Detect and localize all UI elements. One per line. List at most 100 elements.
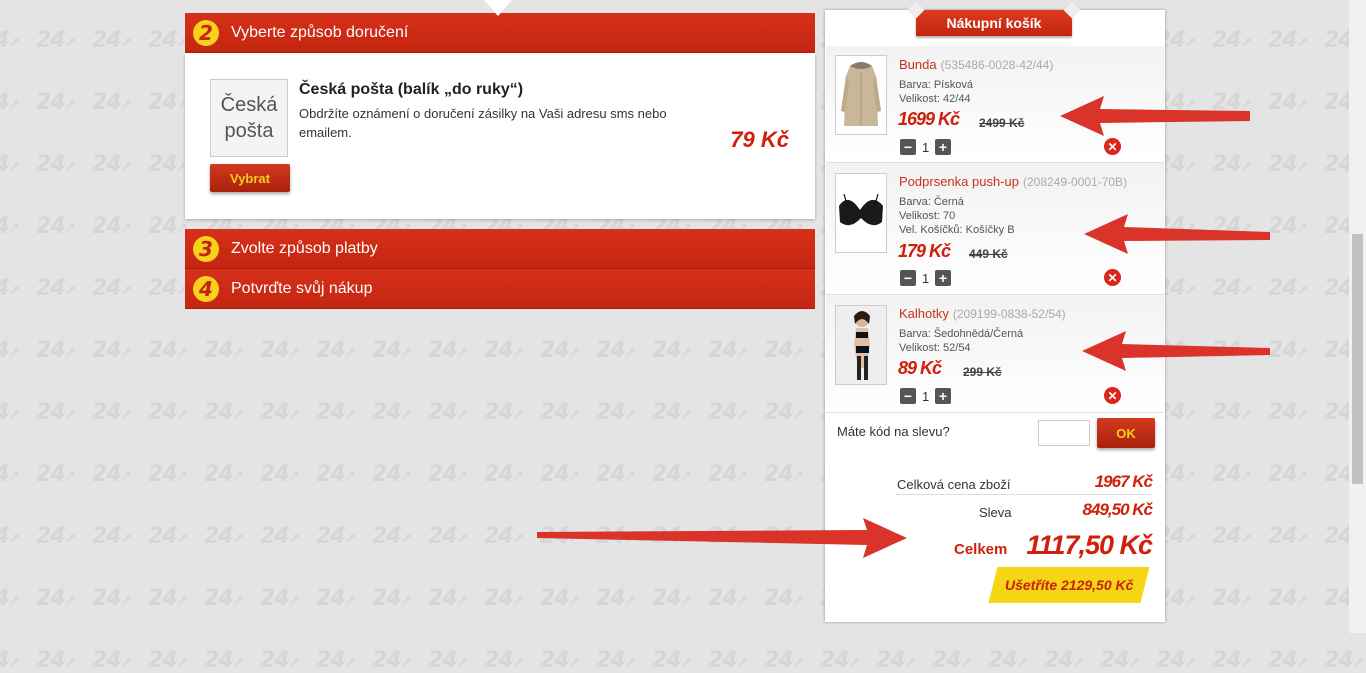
annotation-arrow-icon <box>1082 331 1270 371</box>
watermark-24-icon: 24 <box>1212 152 1251 177</box>
item-name[interactable]: Podprsenka push-up (208249-0001-70B) <box>899 174 1127 189</box>
watermark-24-icon: 24 <box>988 648 1027 673</box>
page-scrollbar[interactable] <box>1349 0 1366 633</box>
select-delivery-button[interactable]: Vybrat <box>210 164 290 192</box>
watermark-24-icon: 24 <box>596 648 635 673</box>
qty-decrease-button[interactable]: − <box>900 139 916 155</box>
item-price: 89 Kč <box>898 358 942 378</box>
watermark-24-icon: 24 <box>372 462 411 487</box>
logo-text-line: Česká <box>220 94 278 116</box>
watermark-24-icon: 24 <box>316 648 355 673</box>
qty-increase-button[interactable]: + <box>935 139 951 155</box>
watermark-24-icon: 24 <box>596 338 635 363</box>
discount-label: Sleva <box>979 505 1012 520</box>
watermark-24-icon: 24 <box>1212 276 1251 301</box>
item-attr: Barva: Písková <box>899 79 973 91</box>
watermark-24-icon: 24 <box>36 28 75 53</box>
watermark-24-icon: 24 <box>148 28 187 53</box>
watermark-24-icon: 24 <box>596 400 635 425</box>
promo-code-input[interactable] <box>1038 420 1090 446</box>
watermark-24-icon: 24 <box>36 462 75 487</box>
remove-item-icon[interactable]: ✕ <box>1104 387 1121 404</box>
watermark-24-icon: 24 <box>428 524 467 549</box>
item-price: 179 Kč <box>898 241 951 261</box>
watermark-24-icon: 24 <box>1268 90 1307 115</box>
watermark-24-icon: 24 <box>1268 400 1307 425</box>
watermark-24-icon: 24 <box>260 462 299 487</box>
watermark-24-icon: 24 <box>1212 524 1251 549</box>
watermark-24-icon: 24 <box>36 152 75 177</box>
watermark-24-icon: 24 <box>652 338 691 363</box>
remove-item-icon[interactable]: ✕ <box>1104 138 1121 155</box>
watermark-24-icon: 24 <box>540 648 579 673</box>
item-name[interactable]: Bunda (535486-0028-42/44) <box>899 57 1053 72</box>
qty-decrease-button[interactable]: − <box>900 270 916 286</box>
watermark-24-icon: 24 <box>1268 586 1307 611</box>
item-attributes: Barva: Písková Velikost: 42/44 <box>899 78 973 106</box>
watermark-24-icon: 24 <box>260 648 299 673</box>
jacket-icon[interactable] <box>835 55 887 135</box>
step-label: Potvrďte svůj nákup <box>231 279 373 297</box>
delivery-price: 79 Kč <box>730 127 789 152</box>
watermark-24-icon: 24 <box>92 524 131 549</box>
watermark-24-icon: 24 <box>372 648 411 673</box>
watermark-24-icon: 24 <box>764 338 803 363</box>
step-payment-header[interactable]: 3 Zvolte způsob platby <box>185 229 815 269</box>
step-confirm-header[interactable]: 4 Potvrďte svůj nákup <box>185 269 815 309</box>
lingerie-model-icon[interactable] <box>835 305 887 385</box>
qty-decrease-button[interactable]: − <box>900 388 916 404</box>
item-price: 1699 Kč <box>898 109 960 129</box>
scrollbar-thumb[interactable] <box>1352 234 1363 484</box>
watermark-24-icon: 24 <box>204 400 243 425</box>
ceska-posta-logo: Česká pošta <box>210 79 288 157</box>
item-name-text[interactable]: Kalhotky <box>899 306 949 321</box>
qty-increase-button[interactable]: + <box>935 388 951 404</box>
remove-item-icon[interactable]: ✕ <box>1104 269 1121 286</box>
savings-text: Ušetříte 2129,50 Kč <box>1004 577 1134 593</box>
item-quantity: 1 <box>922 389 930 404</box>
promo-code-label: Máte kód na slevu? <box>837 424 950 439</box>
watermark-24-icon: 24 <box>596 586 635 611</box>
watermark-24-icon: 24 <box>0 90 19 115</box>
watermark-24-icon: 24 <box>148 648 187 673</box>
watermark-24-icon: 24 <box>148 586 187 611</box>
item-attr: Velikost: 52/54 <box>899 342 971 354</box>
watermark-24-icon: 24 <box>0 28 19 53</box>
watermark-24-icon: 24 <box>0 152 19 177</box>
watermark-24-icon: 24 <box>36 90 75 115</box>
step-number-badge: 3 <box>193 235 219 262</box>
watermark-24-icon: 24 <box>0 586 19 611</box>
watermark-24-icon: 24 <box>708 648 747 673</box>
watermark-24-icon: 24 <box>428 462 467 487</box>
watermark-24-icon: 24 <box>596 462 635 487</box>
step-delivery-header[interactable]: 2 Vyberte způsob doručení <box>185 13 815 53</box>
watermark-24-icon: 24 <box>484 586 523 611</box>
promo-ok-button[interactable]: OK <box>1097 418 1155 448</box>
item-code: (209199-0838-52/54) <box>952 307 1066 321</box>
item-attr: Barva: Černá <box>899 196 964 208</box>
step-number-badge: 4 <box>193 275 219 302</box>
item-name-text[interactable]: Podprsenka push-up <box>899 174 1019 189</box>
watermark-24-icon: 24 <box>92 648 131 673</box>
qty-increase-button[interactable]: + <box>935 270 951 286</box>
watermark-24-icon: 24 <box>372 524 411 549</box>
watermark-24-icon: 24 <box>708 400 747 425</box>
discount-value: 849,50 Kč <box>1082 500 1153 519</box>
annotation-arrow-icon <box>537 518 907 558</box>
watermark-24-icon: 24 <box>428 400 467 425</box>
watermark-24-icon: 24 <box>92 586 131 611</box>
item-code: (208249-0001-70B) <box>1022 175 1128 189</box>
item-name-text[interactable]: Bunda <box>899 57 937 72</box>
item-old-price: 299 Kč <box>963 365 1002 379</box>
item-name[interactable]: Kalhotky (209199-0838-52/54) <box>899 306 1066 321</box>
item-old-price: 2499 Kč <box>979 116 1025 130</box>
watermark-24-icon: 24 <box>540 400 579 425</box>
watermark-24-icon: 24 <box>148 400 187 425</box>
watermark-24-icon: 24 <box>204 524 243 549</box>
watermark-24-icon: 24 <box>36 276 75 301</box>
bra-icon[interactable] <box>835 173 887 253</box>
watermark-24-icon: 24 <box>372 400 411 425</box>
watermark-24-icon: 24 <box>204 586 243 611</box>
item-code: (535486-0028-42/44) <box>940 58 1054 72</box>
watermark-24-icon: 24 <box>0 462 19 487</box>
